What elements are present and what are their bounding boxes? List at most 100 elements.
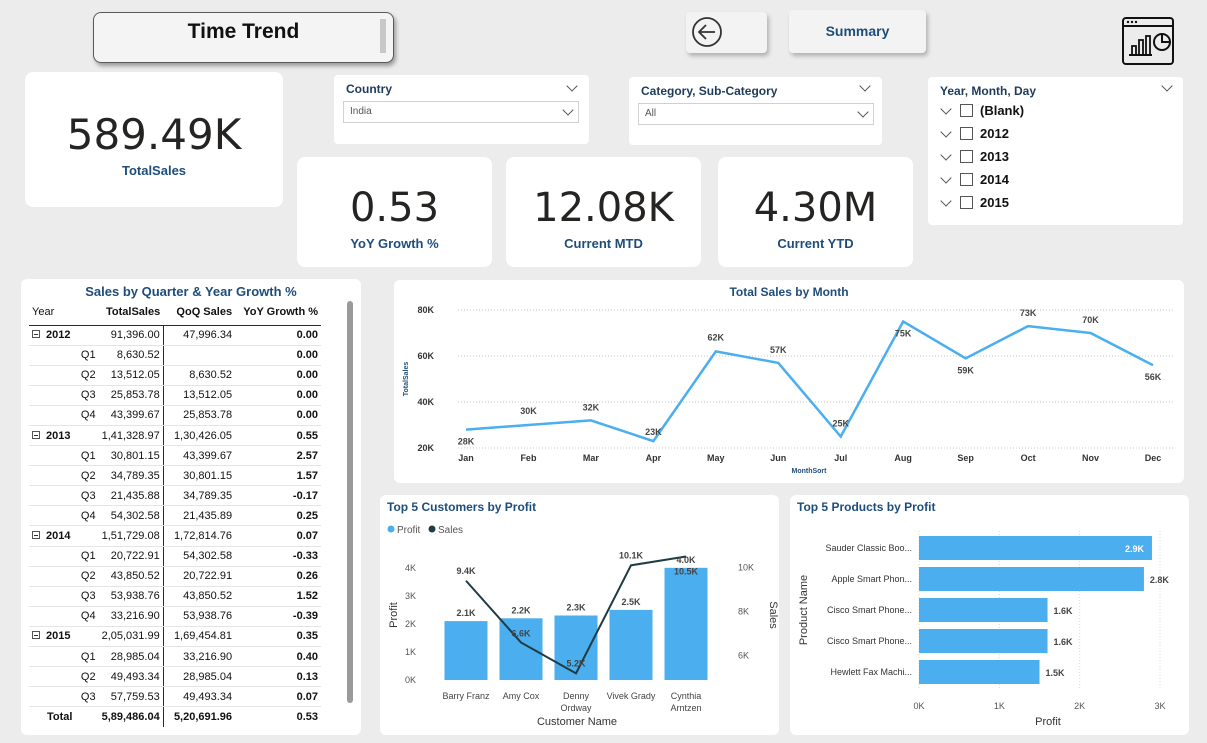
col-header-year[interactable]: Year bbox=[29, 299, 99, 326]
collapse-icon[interactable] bbox=[32, 430, 40, 439]
date-tree-item[interactable]: 2013 bbox=[940, 145, 1009, 168]
date-slicer-title: Year, Month, Day bbox=[940, 84, 1037, 98]
date-tree-item[interactable]: 2014 bbox=[940, 168, 1009, 191]
x-tick-label: Nov bbox=[1082, 453, 1099, 463]
y2-tick-label: 6K bbox=[738, 651, 749, 661]
x-tick-label: Oct bbox=[1021, 453, 1036, 463]
matrix-cell-qoq: 13,512.05 bbox=[163, 385, 236, 406]
quarter-label: Q1 bbox=[29, 546, 99, 567]
year-label: 2013 bbox=[46, 429, 71, 442]
matrix-scrollbar[interactable] bbox=[347, 301, 353, 703]
matrix-cell-qoq: 25,853.78 bbox=[163, 405, 236, 426]
matrix-cell-qoq: 47,996.34 bbox=[163, 325, 236, 346]
data-label: 25K bbox=[832, 419, 849, 429]
matrix-cell-qoq: 1,72,814.76 bbox=[163, 525, 236, 547]
category-dropdown[interactable]: All bbox=[638, 103, 874, 125]
yoy-growth-label: YoY Growth % bbox=[350, 236, 439, 251]
matrix-cell-qoq: 34,789.35 bbox=[163, 485, 236, 507]
category-dropdown-value: All bbox=[645, 108, 657, 119]
expand-chevron-icon[interactable] bbox=[940, 171, 952, 184]
profit-bar[interactable] bbox=[609, 609, 653, 680]
product-bar[interactable] bbox=[919, 660, 1040, 684]
chevron-down-icon bbox=[857, 106, 869, 118]
matrix-cell-yoy: 0.07 bbox=[235, 525, 321, 547]
col-header-yoy[interactable]: YoY Growth % bbox=[235, 299, 321, 326]
y-tick-label: 2K bbox=[405, 619, 416, 629]
chevron-down-icon[interactable] bbox=[859, 80, 871, 92]
profit-bar[interactable] bbox=[664, 567, 708, 680]
matrix-quarter-row: Q4 54,302.58 21,435.89 0.25 bbox=[29, 505, 321, 527]
product-bar[interactable] bbox=[919, 536, 1152, 560]
date-slicer: Year, Month, Day (Blank) 2012 2013 2014 … bbox=[928, 77, 1183, 225]
matrix-cell-yoy: 0.25 bbox=[235, 505, 321, 527]
data-label: 59K bbox=[957, 365, 974, 375]
matrix-cell-qoq: 28,985.04 bbox=[163, 666, 236, 688]
quarter-label: Q4 bbox=[29, 606, 99, 627]
collapse-icon[interactable] bbox=[32, 330, 40, 339]
profit-bar[interactable] bbox=[554, 615, 598, 681]
x-tick-label: Apr bbox=[646, 453, 662, 463]
checkbox[interactable] bbox=[960, 104, 973, 117]
year-label: 2014 bbox=[46, 529, 71, 542]
y2-tick-label: 8K bbox=[738, 607, 749, 617]
expand-chevron-icon[interactable] bbox=[940, 102, 952, 115]
product-bar[interactable] bbox=[919, 598, 1048, 622]
date-tree-item[interactable]: (Blank) bbox=[940, 99, 1024, 122]
profit-data-label: 2.1K bbox=[456, 608, 476, 618]
expand-chevron-icon[interactable] bbox=[940, 148, 952, 161]
checkbox[interactable] bbox=[960, 173, 973, 186]
data-label: 75K bbox=[895, 329, 912, 339]
expand-chevron-icon[interactable] bbox=[940, 125, 952, 138]
date-tree-item[interactable]: 2012 bbox=[940, 122, 1009, 145]
back-button[interactable] bbox=[686, 12, 767, 53]
matrix-quarter-row: Q4 33,216.90 53,938.76 -0.39 bbox=[29, 606, 321, 627]
matrix-total-qoq: 5,20,691.96 bbox=[173, 711, 233, 724]
checkbox[interactable] bbox=[960, 150, 973, 163]
matrix-cell-yoy: 0.00 bbox=[235, 325, 321, 346]
current-ytd-card: 4.30M Current YTD bbox=[718, 157, 913, 267]
country-dropdown-value: India bbox=[350, 106, 372, 117]
checkbox[interactable] bbox=[960, 127, 973, 140]
x-tick-label: May bbox=[707, 453, 725, 463]
matrix-cell-yoy: -0.33 bbox=[235, 546, 321, 567]
report-chart-icon[interactable] bbox=[1120, 15, 1178, 67]
summary-button[interactable]: Summary bbox=[789, 10, 926, 53]
matrix-quarter-row: Q4 43,399.67 25,853.78 0.00 bbox=[29, 405, 321, 426]
col-header-qoq[interactable]: QoQ Sales bbox=[163, 299, 236, 326]
y-tick-label: Cisco Smart Phone... bbox=[827, 605, 912, 615]
x-tick-label: Dec bbox=[1145, 453, 1162, 463]
collapse-icon[interactable] bbox=[32, 631, 40, 640]
chevron-down-icon[interactable] bbox=[1161, 80, 1173, 92]
top-products-chart: Top 5 Products by Profit 0K 1K 2K 3K Profit Pr… bbox=[797, 500, 1170, 728]
product-bar[interactable] bbox=[919, 629, 1048, 653]
y-tick-label: 20K bbox=[417, 443, 434, 453]
summary-button-label: Summary bbox=[825, 23, 890, 39]
x-tick-label: Jul bbox=[834, 453, 847, 463]
x-tick-label: Jan bbox=[458, 453, 474, 463]
checkbox[interactable] bbox=[960, 196, 973, 209]
quarter-label: Q3 bbox=[29, 586, 99, 607]
matrix-cell-total: 2,05,031.99 bbox=[98, 626, 164, 648]
date-tree-item[interactable]: 2015 bbox=[940, 191, 1009, 214]
col-header-totalsales[interactable]: TotalSales bbox=[98, 299, 164, 326]
chart-title: Total Sales by Month bbox=[729, 285, 848, 299]
x-tick-label: Vivek Grady bbox=[607, 691, 656, 701]
matrix-quarter-row: Q3 21,435.88 34,789.35 -0.17 bbox=[29, 485, 321, 507]
matrix-cell-qoq: 1,69,454.81 bbox=[163, 626, 236, 648]
product-bar[interactable] bbox=[919, 567, 1144, 591]
profit-bar[interactable] bbox=[444, 621, 488, 680]
matrix-cell-qoq: 33,216.90 bbox=[163, 646, 236, 668]
chevron-down-icon[interactable] bbox=[566, 80, 578, 92]
current-mtd-value: 12.08K bbox=[533, 185, 674, 231]
matrix-year-row: 2013 1,41,328.97 1,30,426.05 0.55 bbox=[29, 425, 321, 447]
matrix-cell-total: 1,51,729.08 bbox=[98, 525, 164, 547]
collapse-icon[interactable] bbox=[32, 530, 40, 539]
profit-data-label: 2.3K bbox=[566, 603, 586, 613]
sales-data-label: 10.5K bbox=[674, 567, 699, 577]
country-dropdown[interactable]: India bbox=[343, 101, 579, 123]
data-label: 2.8K bbox=[1150, 575, 1170, 585]
matrix-cell-total: 13,512.05 bbox=[98, 365, 164, 386]
matrix-cell-qoq: 54,302.58 bbox=[163, 546, 236, 567]
expand-chevron-icon[interactable] bbox=[940, 194, 952, 207]
data-label: 28K bbox=[458, 437, 475, 447]
